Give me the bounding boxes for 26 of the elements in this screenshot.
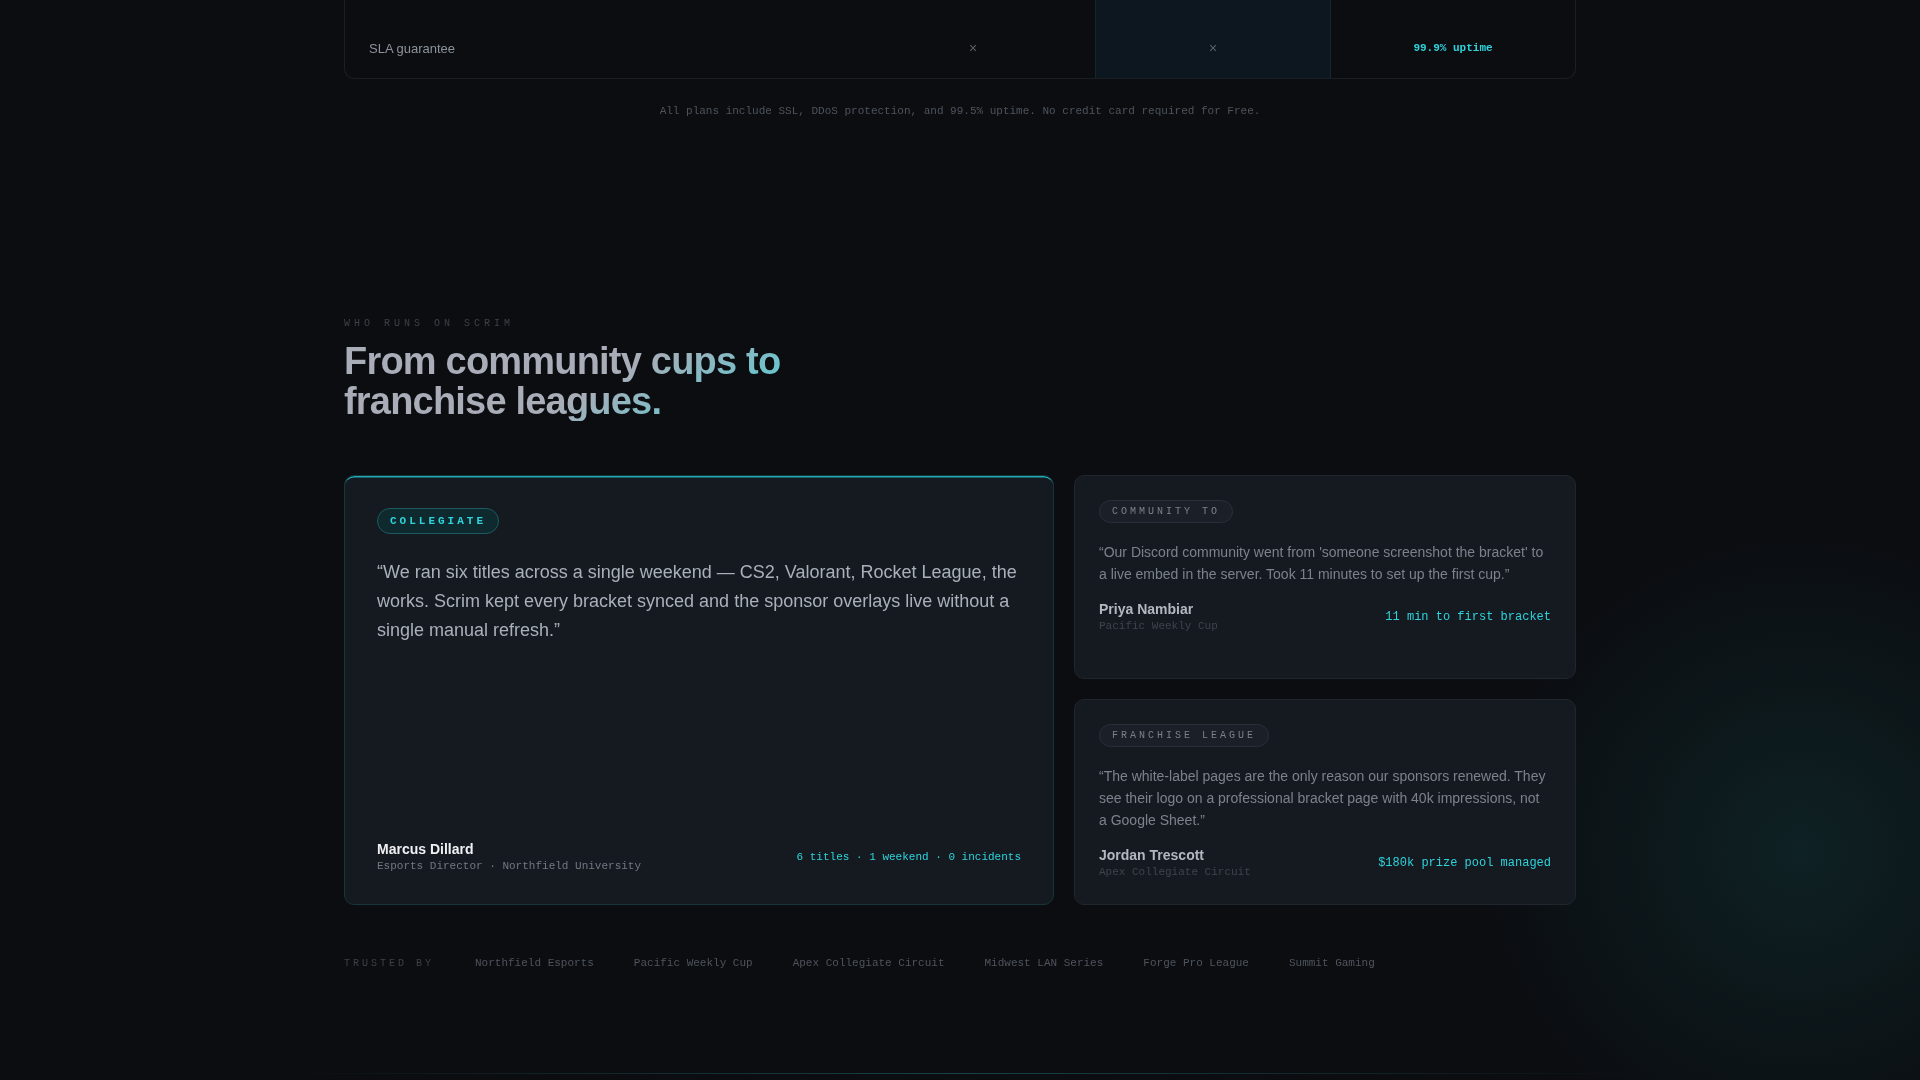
result-stat: 6 titles · 1 weekend · 0 incidents [796,850,1021,863]
category-tag: COLLEGIATE [377,508,499,534]
feature-label: SLA guarantee [368,39,457,58]
testimonial-quote: “Our Discord community went from 'someone screenshot the bracket' to a live embed in the server. Took 11 minutes to set up the first cup.” [1099,543,1545,584]
plan-value: 99.9% uptime [1413,42,1493,54]
customer-name: Northfield Esports [475,957,594,969]
author-name: Marcus Dillard [377,841,475,857]
category-tag: COMMUNITY TO [1099,500,1233,523]
customer-name: Forge Pro League [1143,957,1249,969]
testimonial-quote: “We ran six titles across a single weekend — CS2, Valorant, Rocket League, the works. Scrim kept every bracket synced and the sponsor overlays live without a single manual refresh.” [377,561,1018,642]
section-eyebrow: WHO RUNS ON SCRIM [344,318,516,329]
customer-name: Apex Collegiate Circuit [792,957,945,969]
category-tag: FRANCHISE LEAGUE [1099,724,1269,747]
result-stat: 11 min to first bracket [1385,609,1551,624]
pricing-note: All plans include SSL, DDoS protection, and 99.5% uptime. No credit card required for Free. [658,105,1262,117]
customer-name: Pacific Weekly Cup [633,957,753,969]
cross-mark: × [968,40,978,56]
testimonial-quote: “The white-label pages are the only reason our sponsors renewed. They see their logo on a professional bracket page with 40k impressions, not a Google Sheet.” [1099,767,1547,830]
author-name: Jordan Trescott [1099,847,1206,863]
trusted-by-label: TRUSTED BY [344,957,434,969]
result-stat: $180k prize pool managed [1378,855,1551,870]
customer-name: Midwest LAN Series [984,957,1104,969]
customer-name: Summit Gaming [1288,957,1375,969]
cross-mark: × [1208,40,1218,56]
author-role: Esports Director · Northfield University [377,860,642,872]
author-name: Priya Nambiar [1099,601,1195,617]
